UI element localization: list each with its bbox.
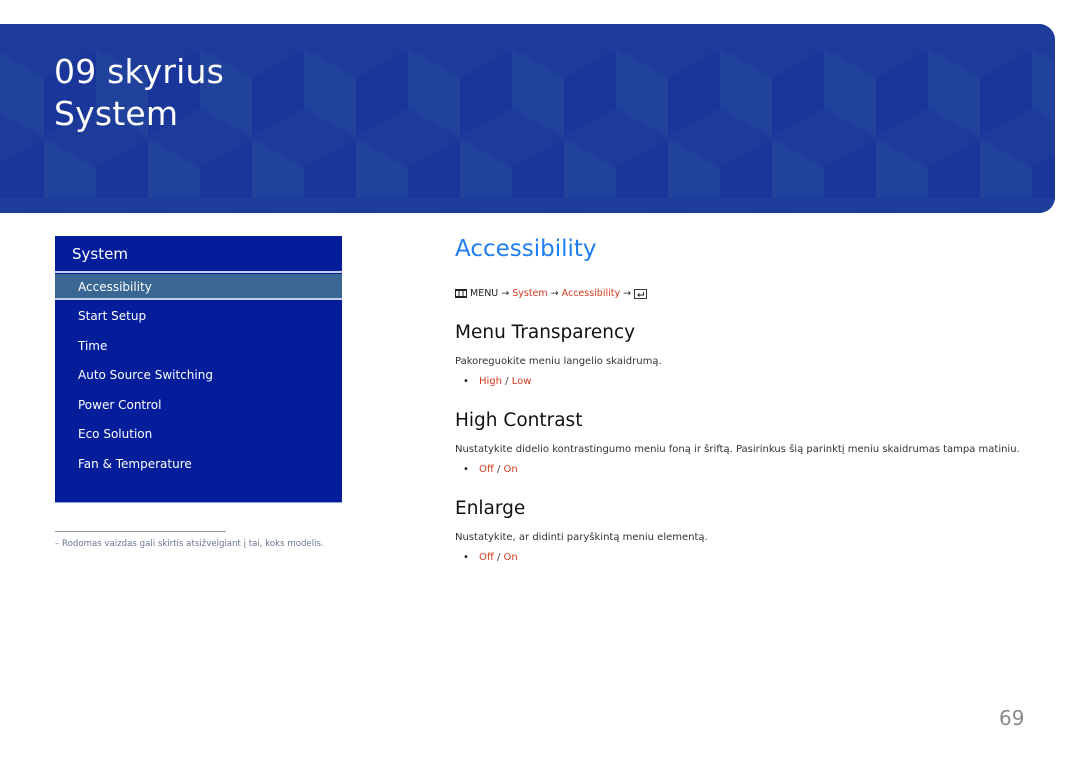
arrow-icon: → xyxy=(623,288,632,299)
chapter-title: System xyxy=(54,94,179,133)
chapter-banner: 09 skyrius System xyxy=(0,24,1055,213)
footnote: – Rodomas vaizdas gali skirtis atsižvelg… xyxy=(55,539,324,549)
menu-path-accessibility: Accessibility xyxy=(561,288,621,299)
sidebar-title: System xyxy=(55,236,342,273)
sidebar-item-fan-temperature[interactable]: Fan & Temperature xyxy=(55,450,342,480)
option-separator: / xyxy=(501,376,512,387)
arrow-icon: → xyxy=(550,288,559,299)
chapter-number: 09 skyrius xyxy=(54,52,224,91)
section-title: Accessibility xyxy=(455,236,597,262)
enter-icon xyxy=(634,288,648,299)
bullet-icon: • xyxy=(463,552,469,563)
menu-path: MENU → System → Accessibility → xyxy=(455,288,648,299)
high-contrast-description: Nustatykite didelio kontrastingumo meniu… xyxy=(455,444,1020,455)
option-on: On xyxy=(503,464,518,475)
page-number: 69 xyxy=(999,706,1025,730)
menu-transparency-options: • High / Low xyxy=(463,375,531,389)
option-separator: / xyxy=(493,552,504,563)
option-off: Off xyxy=(479,464,494,475)
option-separator: / xyxy=(493,464,504,475)
enlarge-description: Nustatykite, ar didinti paryškintą meniu… xyxy=(455,532,708,543)
bullet-icon: • xyxy=(463,464,469,475)
option-high: High xyxy=(479,376,502,387)
sidebar-item-eco-solution[interactable]: Eco Solution xyxy=(55,420,342,450)
menu-transparency-description: Pakoreguokite meniu langelio skaidrumą. xyxy=(455,356,662,367)
menu-path-system: System xyxy=(512,288,548,299)
option-off: Off xyxy=(479,552,494,563)
menu-icon xyxy=(455,289,467,298)
high-contrast-options: • Off / On xyxy=(463,463,518,477)
arrow-icon: → xyxy=(501,288,510,299)
sidebar-item-start-setup[interactable]: Start Setup xyxy=(55,302,342,332)
sidebar-item-accessibility[interactable]: Accessibility xyxy=(55,274,342,300)
option-on: On xyxy=(503,552,518,563)
sidebar-menu: System Accessibility Start Setup Time Au… xyxy=(55,236,342,503)
enlarge-title: Enlarge xyxy=(455,498,526,519)
menu-label: MENU xyxy=(470,288,499,299)
bullet-icon: • xyxy=(463,376,469,387)
option-low: Low xyxy=(511,376,532,387)
high-contrast-title: High Contrast xyxy=(455,410,583,431)
menu-transparency-title: Menu Transparency xyxy=(455,322,636,343)
enlarge-options: • Off / On xyxy=(463,551,518,565)
sidebar-list: Accessibility Start Setup Time Auto Sour… xyxy=(55,274,342,479)
sidebar-item-auto-source-switching[interactable]: Auto Source Switching xyxy=(55,361,342,391)
sidebar-item-power-control[interactable]: Power Control xyxy=(55,391,342,421)
sidebar-item-time[interactable]: Time xyxy=(55,332,342,362)
footnote-divider xyxy=(55,531,226,532)
